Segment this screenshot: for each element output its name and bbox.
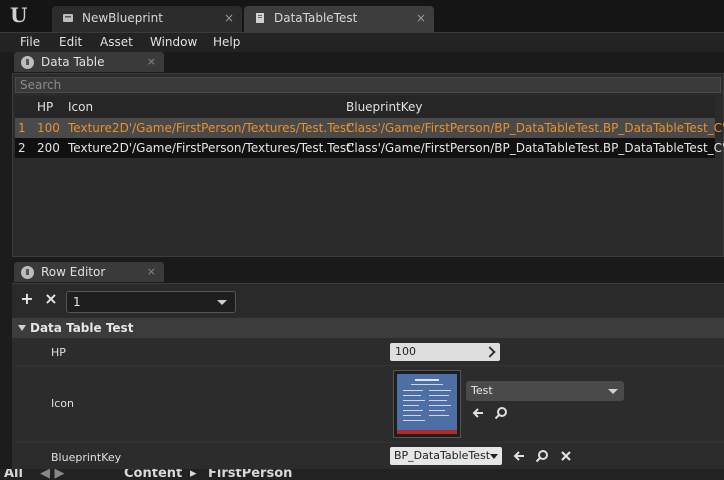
breadcrumb-content[interactable]: Content bbox=[124, 469, 182, 480]
column-header-icon[interactable]: Icon bbox=[68, 96, 93, 118]
browse-search-icon[interactable] bbox=[535, 449, 549, 463]
cell-hp: 100 bbox=[37, 121, 60, 135]
menu-window[interactable]: Window bbox=[150, 35, 197, 49]
hp-number-field[interactable]: 100 bbox=[390, 343, 500, 361]
prop-label-icon: Icon bbox=[51, 397, 74, 410]
chevron-down-icon bbox=[490, 454, 498, 459]
tab-data-table[interactable]: Data Table × bbox=[14, 52, 164, 72]
filter-all-label[interactable]: All bbox=[4, 469, 23, 480]
divider bbox=[12, 442, 724, 443]
info-icon bbox=[21, 56, 34, 69]
row-editor-toolbar: + × 1 bbox=[12, 284, 724, 317]
add-row-button[interactable]: + bbox=[19, 291, 35, 307]
column-header-hp[interactable]: HP bbox=[37, 96, 53, 118]
chevron-down-icon bbox=[217, 300, 227, 305]
cell-hp: 200 bbox=[37, 141, 60, 155]
divider bbox=[12, 365, 724, 366]
tab-label: NewBlueprint bbox=[82, 11, 163, 25]
nav-back-icon[interactable]: ◀ ▶ bbox=[40, 469, 65, 480]
left-gutter bbox=[0, 52, 12, 469]
cell-icon: Texture2D'/Game/FirstPerson/Textures/Tes… bbox=[68, 141, 355, 155]
menu-edit[interactable]: Edit bbox=[59, 35, 82, 49]
table-row[interactable]: 1 100 Texture2D'/Game/FirstPerson/Textur… bbox=[15, 118, 724, 138]
close-icon[interactable]: × bbox=[416, 6, 426, 30]
search-input[interactable]: Search bbox=[15, 77, 721, 93]
blueprintkey-value: BP_DataTableTest bbox=[394, 449, 491, 462]
tab-row-editor[interactable]: Row Editor × bbox=[14, 262, 164, 282]
prop-label-blueprintkey: BlueprintKey bbox=[51, 451, 122, 464]
data-table-icon bbox=[256, 13, 264, 23]
row-name-dropdown[interactable]: 1 bbox=[66, 291, 236, 313]
cell-blueprintkey: Class'/Game/FirstPerson/BP_DataTableTest… bbox=[346, 141, 724, 155]
unreal-logo-icon: U bbox=[10, 3, 28, 27]
texture-preview-image bbox=[397, 374, 457, 430]
data-table-panel: Search HP Icon BlueprintKey 1 100 Textur… bbox=[12, 73, 724, 257]
cell-icon: Texture2D'/Game/FirstPerson/Textures/Tes… bbox=[68, 121, 355, 135]
browse-search-icon[interactable] bbox=[494, 406, 508, 420]
texture-preview-graphic bbox=[403, 379, 451, 421]
table-row[interactable]: 2 200 Texture2D'/Game/FirstPerson/Textur… bbox=[15, 138, 724, 158]
row-editor-panel: + × 1 Data Table Test HP 100 Icon Test B… bbox=[12, 283, 724, 480]
use-selected-arrow-icon[interactable] bbox=[512, 449, 526, 463]
breadcrumb-firstperson[interactable]: FirstPerson bbox=[208, 469, 292, 480]
column-header-blueprintkey[interactable]: BlueprintKey bbox=[346, 96, 423, 118]
info-icon bbox=[21, 266, 34, 279]
asset-type-bar bbox=[397, 430, 457, 434]
tab-new-blueprint[interactable]: NewBlueprint × bbox=[52, 6, 242, 32]
cell-blueprintkey: Class'/Game/FirstPerson/BP_DataTableTest… bbox=[346, 121, 724, 135]
prop-label-hp: HP bbox=[51, 346, 66, 359]
section-title: Data Table Test bbox=[30, 321, 134, 335]
close-icon[interactable]: × bbox=[147, 52, 156, 72]
tab-data-table-test[interactable]: DataTableTest × bbox=[244, 6, 434, 32]
row-name-value: 1 bbox=[73, 295, 81, 309]
chevron-down-icon bbox=[608, 389, 618, 394]
row-number: 2 bbox=[18, 141, 26, 155]
tab-label: DataTableTest bbox=[274, 11, 358, 25]
resize-handle-icon bbox=[484, 346, 496, 358]
data-table-grid: HP Icon BlueprintKey 1 100 Texture2D'/Ga… bbox=[15, 96, 724, 158]
title-bar: U NewBlueprint × DataTableTest × bbox=[0, 0, 724, 32]
section-data-table-test[interactable]: Data Table Test bbox=[12, 318, 724, 338]
use-selected-arrow-icon[interactable] bbox=[471, 406, 485, 420]
breadcrumb-separator-icon: ▸ bbox=[190, 469, 197, 480]
close-icon[interactable]: × bbox=[147, 262, 156, 282]
menu-help[interactable]: Help bbox=[213, 35, 240, 49]
close-icon[interactable]: × bbox=[224, 6, 234, 30]
blueprint-icon bbox=[63, 14, 73, 22]
blueprintkey-class-dropdown[interactable]: BP_DataTableTest bbox=[390, 447, 502, 465]
clear-icon[interactable] bbox=[559, 449, 573, 463]
content-browser-strip: All ◀ ▶ Content ▸ FirstPerson bbox=[0, 469, 724, 480]
texture-thumbnail[interactable] bbox=[393, 370, 461, 438]
tab-label: Data Table bbox=[41, 55, 105, 69]
icon-asset-value: Test bbox=[471, 384, 493, 397]
icon-asset-dropdown[interactable]: Test bbox=[466, 381, 624, 401]
menu-file[interactable]: File bbox=[20, 35, 40, 49]
menu-asset[interactable]: Asset bbox=[100, 35, 133, 49]
remove-row-button[interactable]: × bbox=[43, 291, 59, 307]
collapse-arrow-icon bbox=[18, 325, 26, 331]
menu-bar: File Edit Asset Window Help bbox=[0, 32, 724, 52]
row-number: 1 bbox=[18, 121, 26, 135]
table-header: HP Icon BlueprintKey bbox=[15, 96, 715, 118]
hp-value: 100 bbox=[395, 345, 416, 358]
tab-label: Row Editor bbox=[41, 265, 106, 279]
